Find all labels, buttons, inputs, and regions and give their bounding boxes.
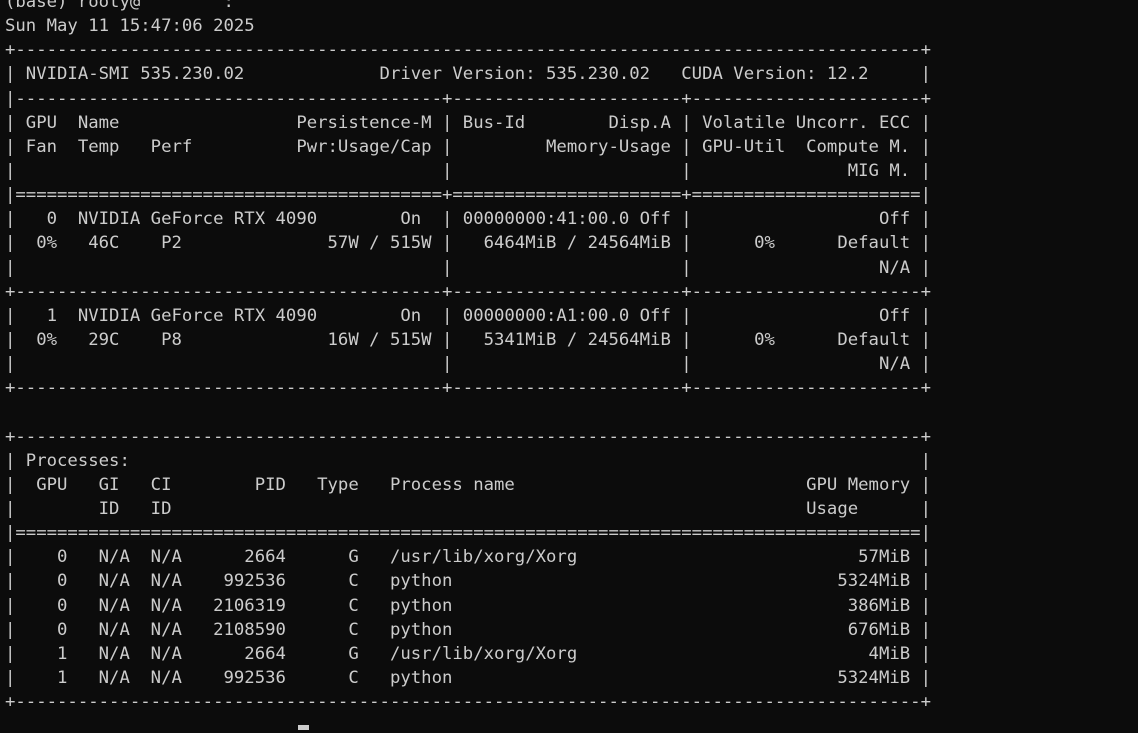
- gpu-1-row-2: | 0% 29C P8 16W / 515W | 5341MiB / 24564…: [5, 329, 931, 350]
- timestamp-line: Sun May 11 15:47:06 2025: [5, 16, 255, 37]
- table-border-top: +---------------------------------------…: [5, 40, 931, 61]
- process-row: | 0 N/A N/A 2108590 C python 676MiB |: [5, 619, 931, 640]
- processes-title: | Processes: |: [5, 450, 931, 471]
- prompt-line: (base) rooty@ :: [5, 0, 234, 12]
- gpu-0-row-3: | | | N/A |: [5, 257, 931, 278]
- processes-header-separator: |=======================================…: [5, 523, 931, 544]
- process-row: | 0 N/A N/A 992536 C python 5324MiB |: [5, 571, 931, 592]
- smi-version-line: | NVIDIA-SMI 535.230.02 Driver Version: …: [5, 64, 931, 85]
- gpu-0-row-2: | 0% 46C P2 57W / 515W | 6464MiB / 24564…: [5, 233, 931, 254]
- process-row: | 0 N/A N/A 2106319 C python 386MiB |: [5, 595, 931, 616]
- gpu-divider: +---------------------------------------…: [5, 281, 931, 302]
- processes-header-row-2: | ID ID Usage |: [5, 498, 931, 519]
- table-divider: |---------------------------------------…: [5, 88, 931, 109]
- gpu-header-row-2: | Fan Temp Perf Pwr:Usage/Cap | Memory-U…: [5, 136, 931, 157]
- gpu-header-row-3: | | | MIG M. |: [5, 160, 931, 181]
- gpu-header-row-1: | GPU Name Persistence-M | Bus-Id Disp.A…: [5, 112, 931, 133]
- process-row: | 1 N/A N/A 2664 G /usr/lib/xorg/Xorg 4M…: [5, 643, 931, 664]
- terminal-output: (base) rooty@ : Sun May 11 15:47:06 2025 +…: [5, 0, 931, 714]
- gpu-1-row-3: | | | N/A |: [5, 354, 931, 375]
- processes-header-row-1: | GPU GI CI PID Type Process name GPU Me…: [5, 474, 931, 495]
- table-border-bottom: +---------------------------------------…: [5, 378, 931, 399]
- header-separator: |=======================================…: [5, 185, 931, 206]
- process-row: | 1 N/A N/A 992536 C python 5324MiB |: [5, 667, 931, 688]
- gpu-1-row-1: | 1 NVIDIA GeForce RTX 4090 On | 0000000…: [5, 305, 931, 326]
- processes-border-bottom: +---------------------------------------…: [5, 692, 931, 713]
- terminal-cursor: [298, 725, 309, 730]
- process-row: | 0 N/A N/A 2664 G /usr/lib/xorg/Xorg 57…: [5, 547, 931, 568]
- terminal-window[interactable]: { "terminal": { "lines": [ "(base) rooty…: [0, 0, 1138, 733]
- processes-border-top: +---------------------------------------…: [5, 426, 931, 447]
- gpu-0-row-1: | 0 NVIDIA GeForce RTX 4090 On | 0000000…: [5, 209, 931, 230]
